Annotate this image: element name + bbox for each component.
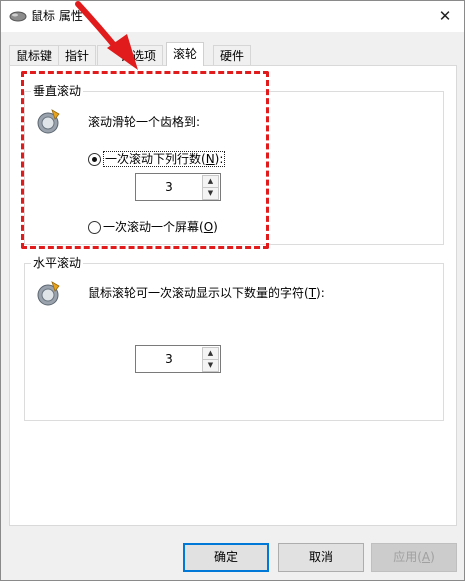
- horizontal-scrolling-title: 水平滚动: [31, 255, 84, 271]
- ok-button[interactable]: 确定: [183, 543, 269, 572]
- tab-pointers[interactable]: 指针: [58, 45, 97, 66]
- horizontal-scroll-prompt: 鼠标滚轮可一次滚动显示以下数量的字符(T):: [88, 286, 325, 300]
- vertical-scrolling-title: 垂直滚动: [31, 83, 84, 99]
- spin-down-icon[interactable]: ▼: [202, 187, 219, 200]
- tab-hardware[interactable]: 硬件: [213, 45, 252, 66]
- close-button[interactable]: ✕: [430, 4, 460, 28]
- radio-scroll-screen[interactable]: [88, 221, 101, 234]
- scroll-wheel-icon: [37, 281, 60, 306]
- lines-value[interactable]: 3: [136, 174, 202, 200]
- tab-wheel[interactable]: 滚轮: [166, 42, 205, 66]
- apply-button[interactable]: 应用(A): [371, 543, 457, 572]
- title-bar[interactable]: 鼠标 属性 ✕: [1, 1, 464, 32]
- tab-buttons[interactable]: 鼠标键: [9, 45, 60, 66]
- scroll-wheel-icon: [37, 109, 60, 134]
- horizontal-scrolling-group: 水平滚动 鼠标滚轮可一次滚动显示以下数量的字符(T): 3 ▲ ▼: [24, 255, 444, 421]
- vertical-scrolling-group: 垂直滚动 滚动滑轮一个齿格到: 一次滚动下列行数(N): 3 ▲ ▼ 一次滚动一…: [24, 83, 444, 245]
- spin-down-icon[interactable]: ▼: [202, 359, 219, 372]
- tab-pointer-options[interactable]: 针选项: [97, 45, 164, 66]
- vertical-scroll-prompt: 滚动滑轮一个齿格到:: [88, 115, 201, 129]
- mouse-icon: [9, 11, 27, 22]
- chars-spinner[interactable]: 3 ▲ ▼: [135, 345, 221, 373]
- mouse-properties-dialog: 鼠标 属性 ✕ 鼠标键 指针 针选项 滚轮 硬件 垂直滚动 滚动滑轮一个齿格到:…: [0, 0, 465, 581]
- cancel-button[interactable]: 取消: [278, 543, 364, 572]
- radio-scroll-screen-label[interactable]: 一次滚动一个屏幕(O): [103, 219, 218, 235]
- window-title: 鼠标 属性: [31, 9, 83, 23]
- close-icon: ✕: [438, 7, 452, 25]
- chars-value[interactable]: 3: [136, 346, 202, 372]
- radio-scroll-lines[interactable]: [88, 153, 101, 166]
- lines-spinner[interactable]: 3 ▲ ▼: [135, 173, 221, 201]
- wheel-tab-panel: 垂直滚动 滚动滑轮一个齿格到: 一次滚动下列行数(N): 3 ▲ ▼ 一次滚动一…: [9, 65, 457, 526]
- radio-scroll-lines-label[interactable]: 一次滚动下列行数(N):: [103, 151, 226, 167]
